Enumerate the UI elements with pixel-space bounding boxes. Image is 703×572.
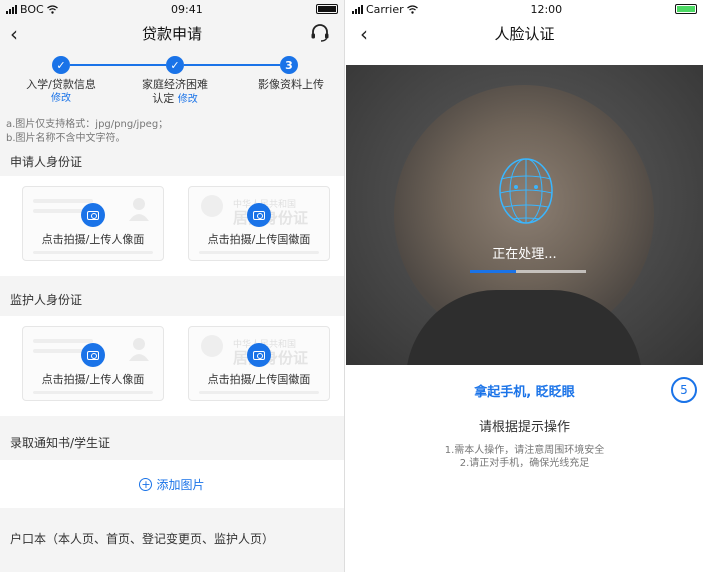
- upload-caption: 点击拍摄/上传国徽面: [207, 233, 311, 246]
- hint-line: b.图片名称不含中文字符。: [6, 133, 126, 144]
- card-placeholder-line: [33, 349, 83, 353]
- step-2-title-line2: 认定: [152, 92, 175, 105]
- card-placeholder-line: [33, 339, 93, 343]
- plus-circle-icon: +: [139, 477, 153, 491]
- step-2-check-icon: ✓: [166, 56, 184, 74]
- hint-line: a.图片仅支持格式：jpg/png/jpeg；: [6, 119, 169, 130]
- add-image-label: 添加图片: [156, 477, 205, 492]
- upload-caption: 点击拍摄/上传人像面: [41, 373, 145, 386]
- page-title: 贷款申请: [141, 24, 202, 43]
- signal-icon: [352, 4, 363, 14]
- processing-progress-fill: [470, 270, 517, 273]
- back-button[interactable]: ‹: [10, 22, 18, 46]
- section-title-guardian-id: 监护人身份证: [0, 276, 344, 316]
- status-bar: Carrier 12:00: [346, 0, 703, 18]
- instruction-tips: 1.需本人操作，请注意周围环境安全 2.请正对手机，确保光线充足: [346, 444, 703, 470]
- step-connector: [70, 64, 166, 66]
- step-connector: [184, 64, 280, 66]
- guardian-id-upload-row: 点击拍摄/上传人像面 中华人民共和国 居民身份证 点击拍摄/上传国徽面: [0, 316, 344, 416]
- guardian-id-back-upload[interactable]: 中华人民共和国 居民身份证 点击拍摄/上传国徽面: [188, 326, 330, 401]
- camera-icon[interactable]: [247, 343, 271, 367]
- face-mesh-icon: [499, 158, 553, 224]
- progress-steps: ✓ ✓ 3 入学/贷款信息 修改 家庭经济困难 认定 修改 影像资料上传: [0, 48, 344, 118]
- step-1-edit-link[interactable]: 修改: [0, 92, 122, 106]
- card-placeholder-bar: [33, 391, 153, 394]
- section-title-household-register: 户口本（本人页、首页、登记变更页、监护人页）: [0, 508, 344, 558]
- step-3-label: 影像资料上传: [258, 78, 324, 91]
- step-3-number: 3: [280, 56, 298, 74]
- card-placeholder-line: [33, 209, 83, 213]
- card-placeholder-bar: [33, 251, 153, 254]
- customer-service-icon[interactable]: [310, 24, 330, 42]
- battery-icon: [674, 4, 697, 14]
- section-title-applicant-id: 申请人身份证: [0, 146, 344, 176]
- tip-line: 2.请正对手机，确保光线充足: [459, 458, 590, 469]
- processing-progress-bar: [470, 270, 586, 273]
- step-2-label: 家庭经济困难 认定 修改: [118, 78, 232, 107]
- step-2-edit-link[interactable]: 修改: [178, 94, 198, 105]
- processing-text: 正在处理...: [492, 247, 557, 262]
- emblem-placeholder-icon: [201, 335, 223, 357]
- camera-icon[interactable]: [81, 203, 105, 227]
- status-time: 12:00: [530, 2, 563, 16]
- status-time: 09:41: [171, 2, 203, 16]
- page-title: 人脸认证: [494, 24, 555, 43]
- instruction-sub: 请根据提示操作: [478, 420, 570, 435]
- camera-icon[interactable]: [81, 343, 105, 367]
- applicant-id-upload-row: 点击拍摄/上传人像面 中华人民共和国 居民身份证 点击拍摄/上传国徽面: [0, 176, 344, 276]
- card-placeholder-line: [33, 199, 93, 203]
- guardian-id-front-upload[interactable]: 点击拍摄/上传人像面: [22, 326, 164, 401]
- nav-bar: ‹ 人脸认证: [346, 18, 703, 48]
- carrier-name: BOC: [20, 2, 44, 16]
- loan-application-screen: BOC 09:41 ‹ 贷款申请 ✓ ✓ 3 入学/贷款信息 修改 家庭经济困难…: [0, 0, 345, 572]
- camera-preview: 正在处理...: [346, 65, 703, 365]
- tip-line: 1.需本人操作，请注意周围环境安全: [444, 445, 605, 456]
- signal-icon: [6, 4, 17, 14]
- nav-bar: ‹ 贷款申请: [0, 18, 344, 48]
- status-bar: BOC 09:41: [0, 0, 344, 18]
- face-verification-screen: Carrier 12:00 ‹ 人脸认证 正在处理... 拿起手机, 眨眨眼 5…: [346, 0, 703, 572]
- wifi-icon: [46, 4, 58, 14]
- back-button[interactable]: ‹: [360, 22, 368, 46]
- instruction-main: 拿起手机, 眨眨眼: [474, 385, 575, 400]
- person-silhouette-icon: [129, 338, 149, 361]
- upload-caption: 点击拍摄/上传人像面: [41, 233, 145, 246]
- wifi-icon: [406, 4, 418, 14]
- emblem-placeholder-icon: [201, 195, 223, 217]
- upload-hints: a.图片仅支持格式：jpg/png/jpeg； b.图片名称不含中文字符。: [0, 118, 344, 146]
- step-1-title: 入学/贷款信息: [26, 78, 96, 91]
- applicant-id-front-upload[interactable]: 点击拍摄/上传人像面: [22, 186, 164, 261]
- step-2-title-line1: 家庭经济困难: [142, 78, 208, 91]
- section-title-admission-letter: 录取通知书/学生证: [0, 416, 344, 460]
- add-image-button[interactable]: + 添加图片: [0, 460, 344, 508]
- applicant-id-back-upload[interactable]: 中华人民共和国 居民身份证 点击拍摄/上传国徽面: [188, 186, 330, 261]
- card-placeholder-bar: [199, 251, 319, 254]
- countdown-timer: 5: [671, 377, 697, 403]
- step-1-check-icon: ✓: [52, 56, 70, 74]
- carrier-name: Carrier: [366, 2, 404, 16]
- step-1-label: 入学/贷款信息 修改: [0, 78, 122, 106]
- camera-icon[interactable]: [247, 203, 271, 227]
- upload-caption: 点击拍摄/上传国徽面: [207, 373, 311, 386]
- battery-icon: [316, 4, 338, 14]
- person-silhouette-icon: [129, 198, 149, 221]
- card-placeholder-bar: [199, 391, 319, 394]
